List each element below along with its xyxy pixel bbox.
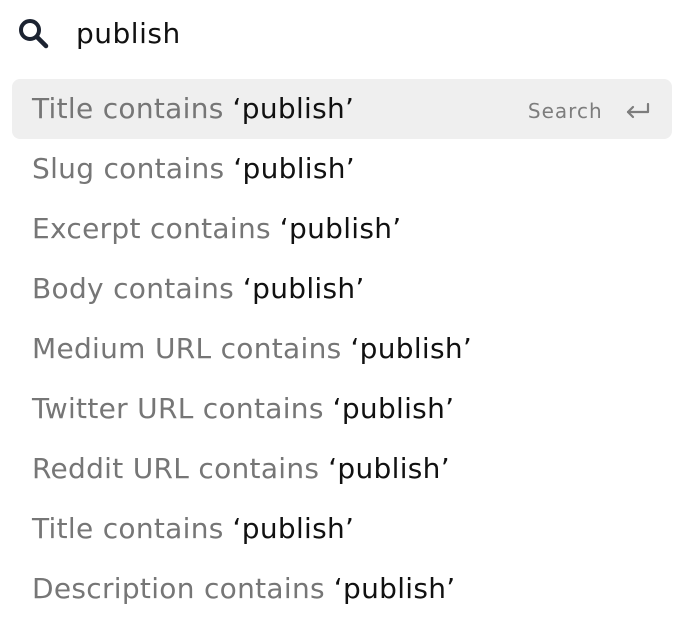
search-input[interactable] (76, 10, 656, 56)
suggestion-field-label: Reddit URL contains (32, 452, 320, 485)
suggestion-term: ‘publish’ (233, 152, 355, 185)
suggestion-field-label: Title contains (32, 92, 224, 125)
suggestion-field-label: Medium URL contains (32, 332, 342, 365)
suggestion-field-label: Excerpt contains (32, 212, 271, 245)
search-hint-label: Search (527, 98, 603, 123)
suggestion-term: ‘publish’ (232, 512, 355, 545)
suggestion-item-reddit-url[interactable]: Reddit URL contains ‘publish’ (12, 439, 672, 499)
suggestion-item-title[interactable]: Title contains ‘publish’ (12, 499, 672, 559)
suggestion-item-title-active[interactable]: Title contains ‘publish’ Search (12, 79, 672, 139)
suggestion-term: ‘publish’ (232, 92, 355, 125)
suggestion-field-label: Body contains (32, 272, 235, 305)
search-bar (0, 0, 686, 66)
suggestion-term: ‘publish’ (333, 572, 456, 605)
suggestion-term: ‘publish’ (279, 212, 402, 245)
suggestion-field-label: Description contains (32, 572, 325, 605)
suggestion-item-description[interactable]: Description contains ‘publish’ (12, 559, 672, 619)
suggestion-list: Title contains ‘publish’ Search Slug con… (12, 79, 672, 619)
suggestion-term: ‘publish’ (350, 332, 473, 365)
suggestion-item-slug[interactable]: Slug contains ‘publish’ (12, 139, 672, 199)
suggestion-item-medium-url[interactable]: Medium URL contains ‘publish’ (12, 319, 672, 379)
suggestion-term: ‘publish’ (242, 272, 365, 305)
suggestion-item-excerpt[interactable]: Excerpt contains ‘publish’ (12, 199, 672, 259)
suggestion-item-twitter-url[interactable]: Twitter URL contains ‘publish’ (12, 379, 672, 439)
suggestion-term: ‘publish’ (332, 392, 455, 425)
suggestion-item-body[interactable]: Body contains ‘publish’ (12, 259, 672, 319)
search-icon (19, 19, 49, 49)
search-hint: Search (528, 79, 650, 139)
suggestion-term: ‘publish’ (328, 452, 450, 485)
suggestion-field-label: Twitter URL contains (32, 392, 324, 425)
suggestion-field-label: Title contains (32, 512, 224, 545)
enter-key-icon (626, 102, 650, 118)
suggestion-field-label: Slug contains (32, 152, 225, 185)
